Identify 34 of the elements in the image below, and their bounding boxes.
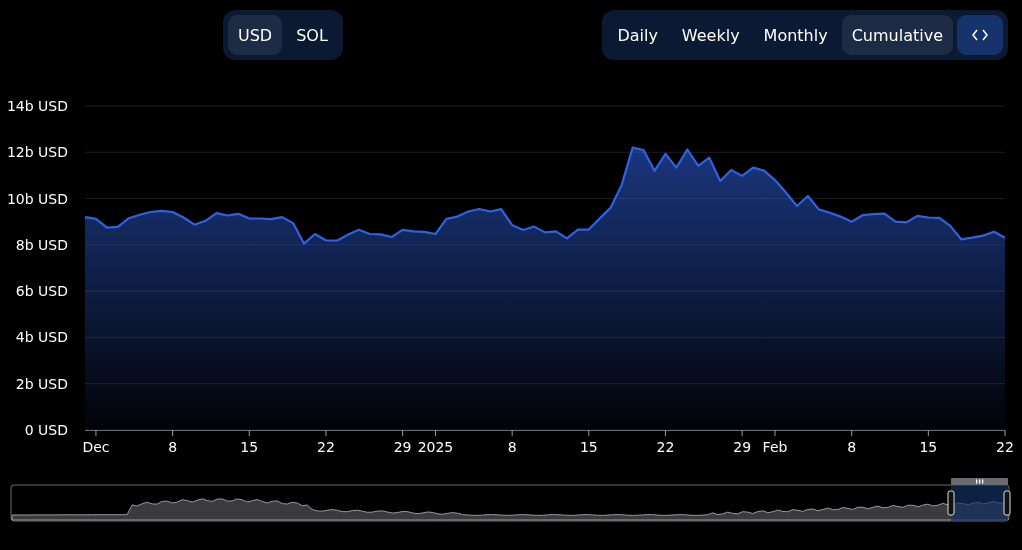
code-icon (972, 29, 988, 41)
period-tab[interactable]: Daily (607, 15, 668, 55)
period-tab[interactable]: Weekly (671, 15, 750, 55)
y-tick-label: 4b USD (15, 329, 68, 346)
x-tick-label: 29 (393, 439, 412, 455)
period-tab[interactable]: Monthly (753, 15, 838, 55)
y-tick-label: 2b USD (15, 375, 68, 392)
range-handle[interactable] (1003, 490, 1011, 516)
range-drag-handle[interactable] (951, 478, 1008, 485)
y-tick-label: 10b USD (6, 190, 68, 207)
x-tick-label: 15 (579, 439, 598, 455)
x-tick-label: Feb (762, 439, 788, 455)
x-tick-label: 2025 (417, 439, 454, 455)
x-tick-label: 29 (733, 439, 752, 455)
x-tick-label: 22 (317, 439, 335, 455)
x-tick-label: 15 (240, 439, 259, 455)
x-tick-label: 8 (847, 439, 857, 455)
x-tick-label: 8 (168, 439, 178, 455)
x-tick-label: 22 (996, 439, 1014, 455)
x-tick-label: 8 (507, 439, 517, 455)
range-handle[interactable] (947, 490, 955, 516)
y-tick-label: 0 USD (24, 422, 68, 438)
y-tick-label: 12b USD (6, 144, 68, 161)
period-tab[interactable]: Cumulative (841, 15, 953, 55)
currency-tab[interactable]: SOL (286, 15, 338, 55)
range-navigator[interactable] (10, 484, 1010, 522)
x-tick-label: 22 (656, 439, 675, 455)
y-tick-label: 14b USD (6, 98, 68, 114)
x-tick-label: Dec (82, 439, 110, 455)
y-tick-label: 6b USD (15, 283, 68, 300)
x-tick-label: 15 (919, 439, 938, 455)
y-tick-label: 8b USD (15, 236, 68, 253)
currency-tab[interactable]: USD (228, 15, 283, 55)
embed-button[interactable] (957, 15, 1003, 55)
